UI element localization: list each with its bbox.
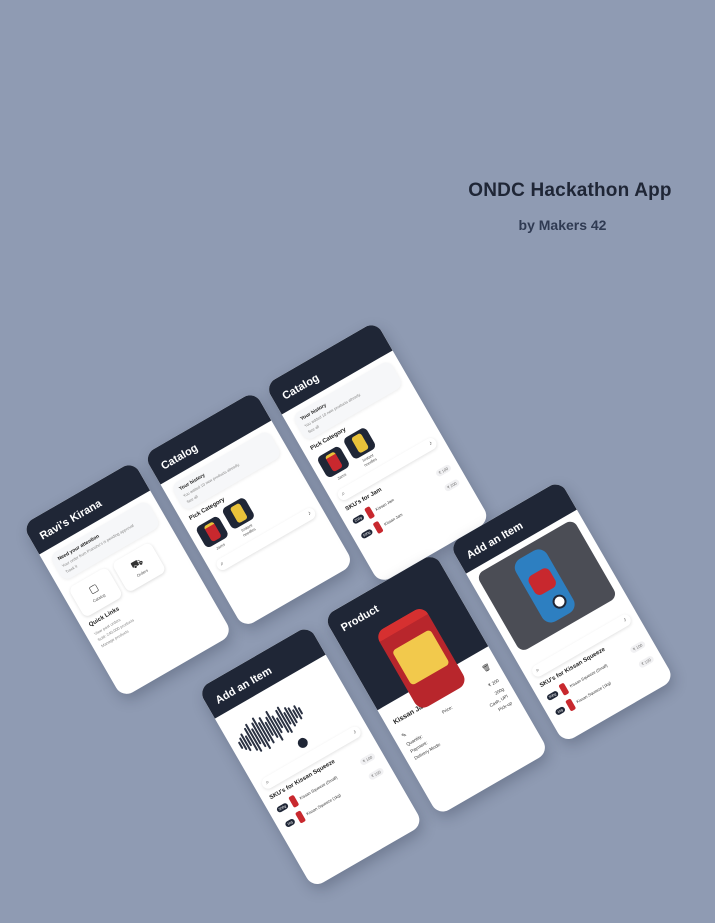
edit-icon[interactable]: ✎: [400, 731, 408, 740]
sku-price: ₹ 100: [434, 463, 452, 478]
mic-icon[interactable]: ♪: [352, 729, 358, 736]
mic-icon[interactable]: ♪: [307, 510, 313, 517]
sku-badge: 200g: [351, 513, 365, 525]
record-icon[interactable]: [295, 736, 310, 750]
noodles-image-2: [350, 432, 369, 454]
squeeze-bottle-icon: [287, 794, 300, 809]
sku-badge: 500g: [545, 690, 560, 702]
jam-jar-image: [202, 520, 222, 543]
sku-price: ₹ 100: [628, 639, 647, 654]
sku-badge: 1kg: [554, 705, 566, 716]
sku-price: ₹ 150: [637, 654, 655, 669]
jam-bottle-icon: [372, 520, 384, 535]
jam-jar-image-2: [323, 450, 343, 473]
squeeze-bottle-icon: [558, 682, 570, 696]
sku-price: ₹ 200: [442, 477, 461, 493]
sku-badge: 500g: [360, 528, 374, 540]
squeeze-bottle-icon: [564, 698, 576, 712]
mic-icon[interactable]: ♪: [622, 617, 628, 624]
search-icon: ⌕: [264, 778, 271, 786]
search-icon: ⌕: [534, 666, 541, 674]
delete-icon[interactable]: 🗑: [480, 662, 492, 674]
sku-badge: 500g: [275, 802, 290, 814]
sku-price: ₹ 100: [358, 751, 377, 766]
search-icon: ⌕: [219, 560, 226, 568]
jam-bottle-icon: [363, 506, 376, 520]
sku-badge: 1kg: [284, 818, 296, 829]
mic-icon[interactable]: ♪: [428, 440, 434, 447]
screens-group: Ravi's Kirana Need your attention Your o…: [0, 0, 715, 889]
sku-price: ₹ 150: [366, 766, 385, 781]
noodles-image: [229, 502, 248, 524]
product-header-title: Product: [339, 603, 382, 635]
squeeze-bottle-icon: [294, 810, 306, 824]
search-icon: ⌕: [340, 490, 347, 498]
